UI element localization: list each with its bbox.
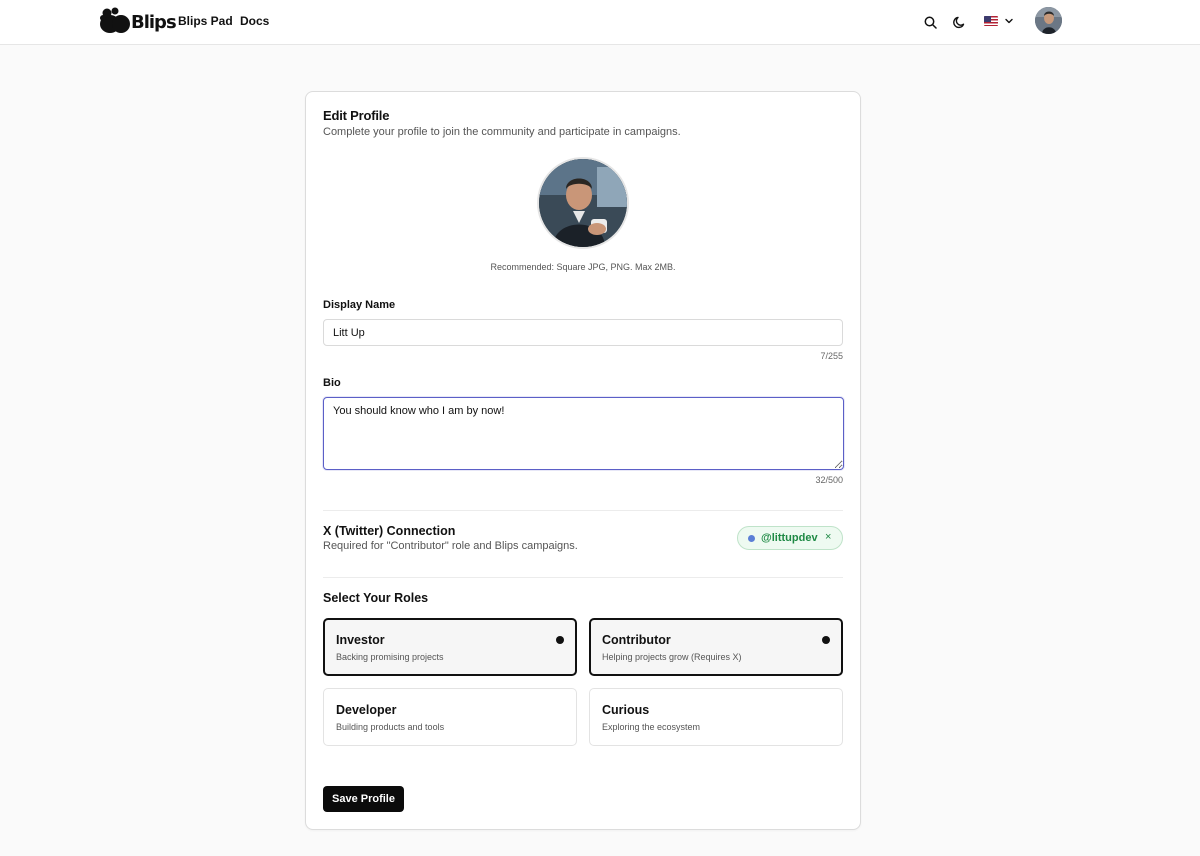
- connected-account-chip: @littupdev ×: [737, 526, 843, 550]
- role-option-developer[interactable]: Developer Building products and tools: [323, 688, 577, 746]
- edit-profile-card: Edit Profile Complete your profile to jo…: [305, 91, 861, 830]
- role-name: Contributor: [602, 633, 671, 647]
- avatar-upload-hint: Recommended: Square JPG, PNG. Max 2MB.: [490, 262, 676, 272]
- page-subtitle: Complete your profile to join the commun…: [323, 126, 681, 138]
- connected-status-icon: [748, 535, 755, 542]
- twitter-connection-subtitle: Required for "Contributor" role and Blip…: [323, 540, 578, 552]
- display-name-counter: 7/255: [820, 351, 843, 361]
- profile-photo: [539, 159, 627, 247]
- section-divider: [323, 577, 843, 578]
- role-description: Backing promising projects: [336, 652, 444, 662]
- bio-counter: 32/500: [815, 475, 843, 485]
- us-flag-icon: [984, 16, 998, 26]
- selected-dot-icon: [556, 636, 564, 644]
- roles-title: Select Your Roles: [323, 591, 429, 605]
- selected-dot-icon: [822, 636, 830, 644]
- bio-label: Bio: [323, 377, 341, 389]
- blips-logo-icon: [100, 7, 130, 33]
- twitter-handle: @littupdev: [761, 532, 818, 544]
- moon-icon: [952, 16, 964, 28]
- search-button[interactable]: [920, 12, 940, 32]
- role-option-contributor[interactable]: Contributor Helping projects grow (Requi…: [589, 618, 843, 676]
- page-title: Edit Profile: [323, 108, 390, 123]
- brand-logo[interactable]: Blips: [99, 7, 177, 35]
- role-option-curious[interactable]: Curious Exploring the ecosystem: [589, 688, 843, 746]
- save-profile-button[interactable]: Save Profile: [323, 786, 404, 812]
- display-name-input[interactable]: [323, 319, 843, 346]
- role-name: Developer: [336, 703, 397, 717]
- theme-toggle-button[interactable]: [949, 12, 969, 32]
- nav-link-blips-pad[interactable]: Blips Pad: [178, 14, 233, 28]
- top-navigation-bar: Blips Blips Pad Docs: [0, 0, 1200, 45]
- language-selector[interactable]: [984, 13, 1014, 29]
- role-description: Exploring the ecosystem: [602, 722, 701, 732]
- brand-name: Blips: [131, 11, 177, 33]
- nav-link-docs[interactable]: Docs: [240, 14, 269, 28]
- close-icon[interactable]: ×: [825, 531, 831, 543]
- role-name: Investor: [336, 633, 385, 647]
- avatar-image: [1035, 7, 1062, 34]
- chevron-down-icon: [1005, 18, 1013, 24]
- section-divider: [323, 510, 843, 511]
- role-name: Curious: [602, 703, 650, 717]
- role-option-investor[interactable]: Investor Backing promising projects: [323, 618, 577, 676]
- user-avatar-menu[interactable]: [1035, 7, 1062, 34]
- role-description: Building products and tools: [336, 722, 445, 732]
- display-name-label: Display Name: [323, 299, 396, 311]
- twitter-connection-title: X (Twitter) Connection: [323, 524, 456, 538]
- bio-textarea[interactable]: You should know who I am by now!: [323, 397, 844, 470]
- search-icon: [924, 16, 937, 29]
- profile-avatar-upload[interactable]: [537, 157, 629, 249]
- role-description: Helping projects grow (Requires X): [602, 652, 742, 662]
